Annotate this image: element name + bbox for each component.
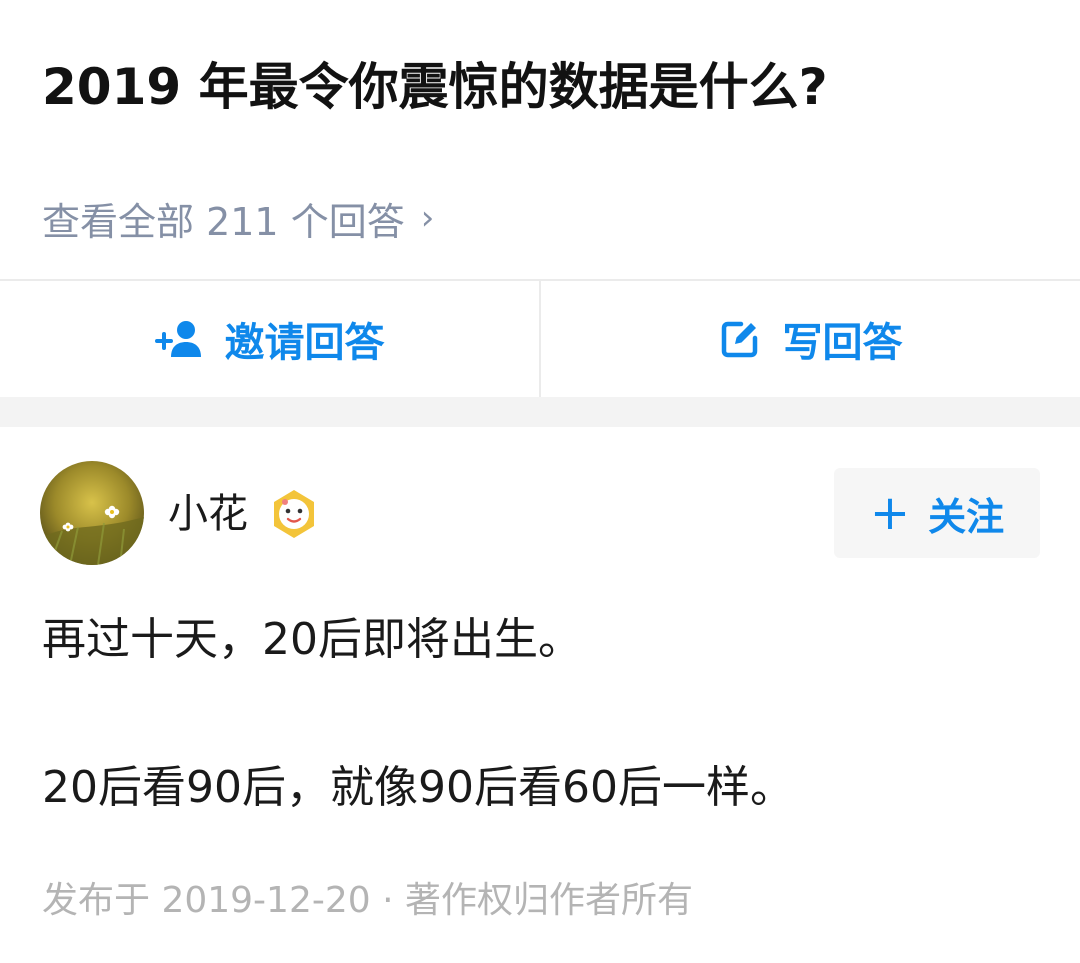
answer-text-line: 再过十天，20后即将出生。 <box>42 614 582 665</box>
chevron-right-icon: › <box>420 198 435 238</box>
write-answer-button[interactable]: 写回答 <box>539 281 1080 397</box>
invite-answer-button[interactable]: 邀请回答 <box>0 281 539 397</box>
author-name[interactable]: 小花 <box>168 486 248 542</box>
answer-text-line: 20后看90后，就像90后看60后一样。 <box>42 762 794 813</box>
invite-answer-label: 邀请回答 <box>224 320 385 366</box>
section-divider <box>0 397 1080 427</box>
follow-label: 关注 <box>928 494 1005 539</box>
edit-icon <box>719 318 761 360</box>
question-title: 2019 年最令你震惊的数据是什么? <box>42 58 828 116</box>
add-user-icon <box>154 319 203 359</box>
write-answer-label: 写回答 <box>782 320 903 366</box>
author-avatar[interactable] <box>40 461 144 565</box>
question-action-bar: 邀请回答 写回答 <box>0 279 1080 397</box>
view-all-answers-label: 查看全部 211 个回答 <box>42 199 405 244</box>
member-badge-icon <box>268 488 320 540</box>
view-all-answers-link[interactable]: 查看全部 211 个回答 › <box>42 192 434 244</box>
plus-icon: + <box>869 485 911 541</box>
answer-meta: 发布于 2019-12-20 · 著作权归作者所有 <box>42 880 693 921</box>
follow-button[interactable]: + 关注 <box>834 468 1040 558</box>
